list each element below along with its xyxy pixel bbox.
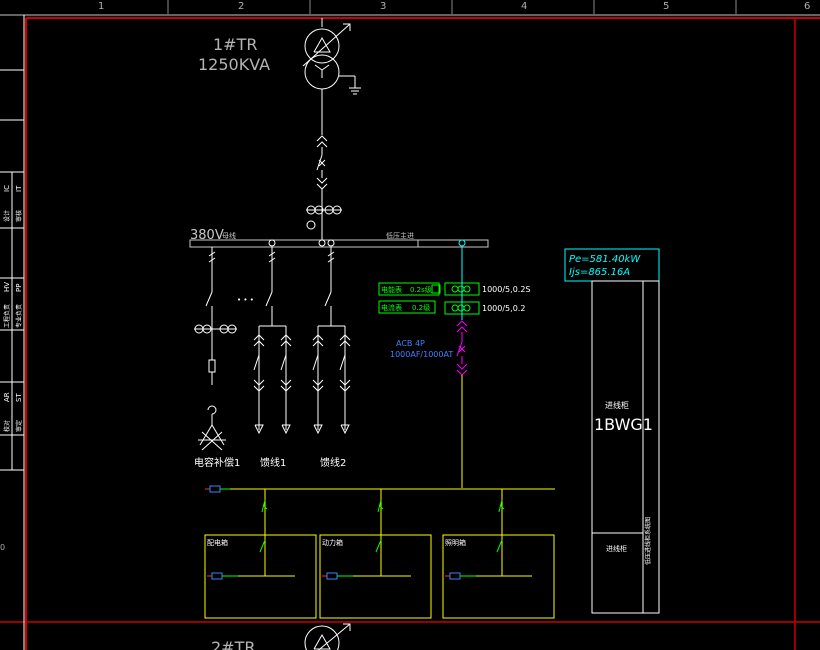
ruler-col-2: 2: [238, 1, 244, 12]
busbar-sub-label: 母线: [222, 231, 236, 240]
transformer-1-name: 1#TR: [213, 35, 257, 54]
feeder-labels: 电容补偿1 馈线1 馈线2: [194, 456, 346, 469]
distribution-source-symbol[interactable]: [205, 485, 230, 493]
left-title-strip: [0, 69, 24, 471]
ruler-col-1: 1: [98, 1, 104, 12]
distribution-bus[interactable]: [230, 488, 555, 577]
acb-labels: ACB 4P 1000AF/1000AT: [390, 339, 453, 359]
cabinet-bottom-label: 进线柜: [606, 544, 627, 553]
ruler-col-5: 5: [663, 1, 669, 12]
ammeter-class: 0.2级: [412, 303, 430, 312]
strip-edge-mark: 0: [0, 543, 5, 552]
ct-upper-label: 1000/5,0.2S: [482, 285, 531, 294]
cad-drawing-canvas[interactable]: 1 2 3 4 5 6 IC IT HV PP AR ST 设计 审核 工程负责…: [0, 0, 820, 650]
strip-cn-1: 设计: [3, 210, 11, 222]
transformer-1-label: 1#TR 1250KVA: [198, 35, 270, 74]
sub-box-1[interactable]: 配电箱: [204, 534, 317, 619]
sub-box-2[interactable]: 动力箱: [319, 534, 432, 619]
strip-cn-2: 审核: [15, 210, 23, 222]
metering-labels: 电能表 0.2s级 电流表 0.2级 1000/5,0.2S 1000/5,0.…: [381, 285, 531, 313]
busbar-labels: 380V 母线 低压主进: [190, 228, 414, 243]
load-summary-box[interactable]: Pe=581.40kW Ijs=865.16A: [564, 248, 660, 282]
strip-label-ar: AR: [3, 392, 11, 402]
ruler-col-4: 4: [521, 1, 527, 12]
ijs-value: Ijs=865.16A: [569, 267, 630, 278]
feeder-label-1: 馈线1: [260, 456, 286, 469]
main-busbar[interactable]: [189, 239, 489, 248]
feeder-ellipsis: • • •: [237, 296, 254, 304]
feeder-label-capacitor: 电容补偿1: [194, 456, 240, 469]
ammeter-label: 电流表: [381, 303, 402, 312]
cabinet-id: 1BWG1: [594, 415, 653, 434]
distribution-switches[interactable]: [259, 499, 505, 553]
busbar-voltage: 380V: [190, 228, 224, 243]
strip-cn-3: 工程负责: [3, 304, 11, 328]
strip-label-hv: HV: [3, 282, 11, 292]
strip-label-it: IT: [15, 185, 23, 192]
ruler-col-6: 6: [804, 1, 810, 12]
incoming-switchgear[interactable]: [306, 135, 342, 240]
sub-box-1-title: 配电箱: [207, 538, 228, 547]
strip-cn-5: 校对: [3, 420, 11, 432]
ruler-col-3: 3: [380, 1, 386, 12]
transformer-2-name: 2#TR: [211, 638, 255, 650]
pe-value: Pe=581.40kW: [569, 254, 641, 265]
transformer-1-rating: 1250KVA: [198, 55, 270, 74]
strip-label-pp: PP: [15, 284, 23, 292]
column-ruler: 1 2 3 4 5 6: [98, 1, 810, 12]
transformer-2[interactable]: 2#TR: [211, 623, 351, 650]
feeder-label-2: 馈线2: [320, 456, 346, 469]
strip-label-ic: IC: [3, 185, 11, 192]
feeder-1[interactable]: [253, 247, 292, 435]
busbar-right-label: 低压主进: [386, 231, 414, 240]
cabinet-panel-labels: 进线柜 1BWG1 进线柜 低压进线柜系统图: [594, 400, 653, 565]
sub-box-3-title: 照明箱: [445, 538, 466, 547]
ct-lower-label: 1000/5,0.2: [482, 304, 525, 313]
energy-meter-class: 0.2s级: [410, 285, 432, 294]
ruler-ticks: [167, 0, 737, 14]
transformer-1-symbol[interactable]: [302, 18, 361, 135]
strip-label-st: ST: [15, 393, 23, 402]
strip-cn-6: 审定: [15, 420, 23, 432]
energy-meter-label: 电能表: [381, 285, 402, 294]
sub-box-2-title: 动力箱: [322, 538, 343, 547]
cabinet-side-text: 低压进线柜系统图: [644, 517, 652, 565]
acb-rating: 1000AF/1000AT: [390, 350, 453, 359]
cabinet-type: 进线柜: [605, 400, 629, 410]
acb-type: ACB 4P: [396, 339, 425, 348]
feeder-2[interactable]: [312, 247, 351, 435]
feeder-capacitor[interactable]: [194, 247, 237, 451]
drawing-frame: [0, 14, 820, 650]
strip-cn-4: 专业负责: [15, 304, 23, 328]
